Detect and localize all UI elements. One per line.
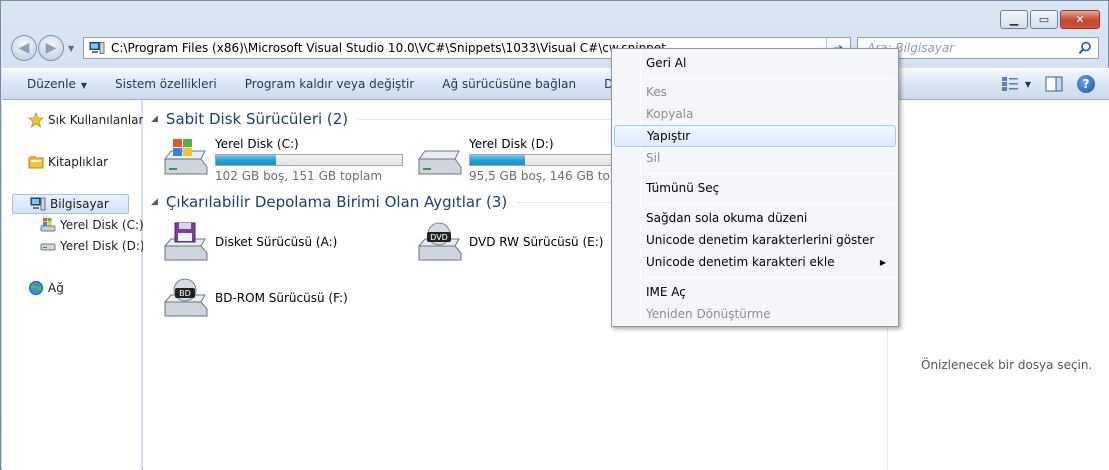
- menu-item-copy[interactable]: Kopyala: [614, 103, 896, 125]
- sidebar-item-libraries[interactable]: Kitaplıklar: [28, 154, 108, 170]
- menu-item-insert-unicode[interactable]: Unicode denetim karakteri ekle ▶: [614, 251, 896, 273]
- explorer-window: ▁ ▭ ✕ ◀ ▶ ▼ C:\Program Files (x86)\Micro…: [0, 0, 1109, 470]
- map-network-drive-button[interactable]: Ağ sürücüsüne bağlan: [428, 77, 590, 91]
- menu-item-undo[interactable]: Geri Al: [614, 52, 896, 74]
- menu-separator: [644, 173, 896, 174]
- drive-usage-bar: [469, 154, 629, 166]
- menu-item-ime-open[interactable]: IME Aç: [614, 281, 896, 303]
- drive-item-c[interactable]: Yerel Disk (C:) 102 GB boş, 151 GB topla…: [161, 137, 403, 183]
- menu-item-delete[interactable]: Sil: [614, 147, 896, 169]
- drive-name: Yerel Disk (C:): [215, 137, 299, 151]
- device-item-dvd[interactable]: DVD DVD RW Sürücüsü (E:): [415, 222, 603, 262]
- menu-item-paste[interactable]: Yapıştır: [614, 125, 896, 147]
- sidebar-item-drive-d[interactable]: Yerel Disk (D:): [40, 238, 145, 254]
- window-controls: ▁ ▭ ✕: [998, 10, 1100, 29]
- context-menu: Geri Al Kes Kopyala Yapıştır Sil Tümünü …: [611, 48, 899, 327]
- chevron-down-icon: ▼: [80, 81, 88, 90]
- maximize-button[interactable]: ▭: [1030, 10, 1058, 29]
- search-icon[interactable]: [1078, 41, 1092, 55]
- computer-icon: [89, 42, 105, 54]
- help-icon: ?: [1082, 77, 1090, 91]
- drive-free-space: 102 GB boş, 151 GB toplam: [215, 169, 383, 183]
- drive-usage-bar: [215, 154, 403, 166]
- system-properties-button[interactable]: Sistem özellikleri: [101, 77, 231, 91]
- minimize-button[interactable]: ▁: [1000, 10, 1028, 29]
- sidebar-item-drive-c[interactable]: Yerel Disk (C:): [40, 217, 144, 233]
- floppy-drive-icon: [163, 222, 208, 261]
- toolbar-right: ▼ ?: [1001, 75, 1095, 93]
- organize-button[interactable]: Düzenle ▼: [2, 77, 101, 91]
- star-icon: [28, 112, 44, 128]
- close-button[interactable]: ✕: [1060, 10, 1100, 29]
- preview-pane: Önizlenecek bir dosya seçin.: [887, 100, 1109, 470]
- menu-item-rtl-reading[interactable]: Sağdan sola okuma düzeni: [614, 207, 896, 229]
- view-options-icon: [1001, 77, 1018, 91]
- device-name: Disket Sürücüsü (A:): [215, 235, 338, 249]
- menu-separator: [644, 78, 896, 79]
- drive-item-d[interactable]: Yerel Disk (D:) 95,5 GB boş, 146 GB topl…: [415, 137, 640, 183]
- device-name: DVD RW Sürücüsü (E:): [469, 235, 604, 249]
- menu-item-select-all[interactable]: Tümünü Seç: [614, 177, 896, 199]
- windows-drive-icon: [40, 217, 56, 233]
- navigation-pane: Sık Kullanılanlar Kitaplıklar Bilgisayar…: [2, 100, 145, 470]
- address-path[interactable]: C:\Program Files (x86)\Microsoft Visual …: [111, 41, 666, 55]
- nav-buttons: ◀ ▶ ▼: [11, 35, 74, 61]
- chevron-down-icon: ▼: [1024, 79, 1031, 89]
- sidebar-item-favorites[interactable]: Sık Kullanılanlar: [28, 112, 143, 128]
- help-button[interactable]: ?: [1077, 75, 1095, 93]
- command-bar: Düzenle ▼ Sistem özellikleri Program kald…: [2, 68, 1109, 100]
- collapse-triangle-icon: ◢: [151, 197, 158, 207]
- drive-icon: [40, 238, 56, 254]
- recent-pages-button[interactable]: ▼: [68, 44, 74, 53]
- menu-item-reconversion[interactable]: Yeniden Dönüştürme: [614, 303, 896, 325]
- dvd-drive-icon: DVD: [417, 222, 462, 261]
- menu-item-show-unicode[interactable]: Unicode denetim karakterlerini göster: [614, 229, 896, 251]
- menu-item-cut[interactable]: Kes: [614, 81, 896, 103]
- forward-button[interactable]: ▶: [38, 35, 64, 61]
- preview-pane-icon[interactable]: [1045, 76, 1063, 92]
- drive-usage-fill: [216, 155, 276, 165]
- sidebar-item-network[interactable]: Ağ: [28, 280, 64, 296]
- drive-usage-fill: [470, 155, 526, 165]
- drive-icon: [418, 150, 462, 175]
- view-options-button[interactable]: ▼: [1001, 76, 1031, 92]
- device-item-bd[interactable]: BD BD-ROM Sürücüsü (F:): [161, 278, 348, 318]
- back-button[interactable]: ◀: [11, 35, 37, 61]
- windows-drive-icon: [164, 139, 208, 175]
- computer-icon: [30, 196, 46, 212]
- sidebar-item-computer[interactable]: Bilgisayar: [12, 194, 129, 214]
- group-header-removable[interactable]: ◢ Çıkarılabilir Depolama Birimi Olan Ayg…: [151, 193, 648, 211]
- bd-drive-icon: BD: [163, 278, 208, 317]
- uninstall-program-button[interactable]: Program kaldır veya değiştir: [231, 77, 429, 91]
- device-badge: BD: [179, 289, 191, 298]
- collapse-triangle-icon: ◢: [151, 114, 158, 124]
- network-icon: [28, 280, 44, 296]
- library-icon: [28, 154, 44, 170]
- device-item-floppy[interactable]: Disket Sürücüsü (A:): [161, 222, 337, 262]
- menu-separator: [644, 277, 896, 278]
- device-name: BD-ROM Sürücüsü (F:): [215, 291, 348, 305]
- menu-separator: [644, 203, 896, 204]
- submenu-arrow-icon: ▶: [879, 257, 886, 267]
- preview-message: Önizlenecek bir dosya seçin.: [921, 358, 1093, 372]
- device-badge: DVD: [430, 233, 448, 242]
